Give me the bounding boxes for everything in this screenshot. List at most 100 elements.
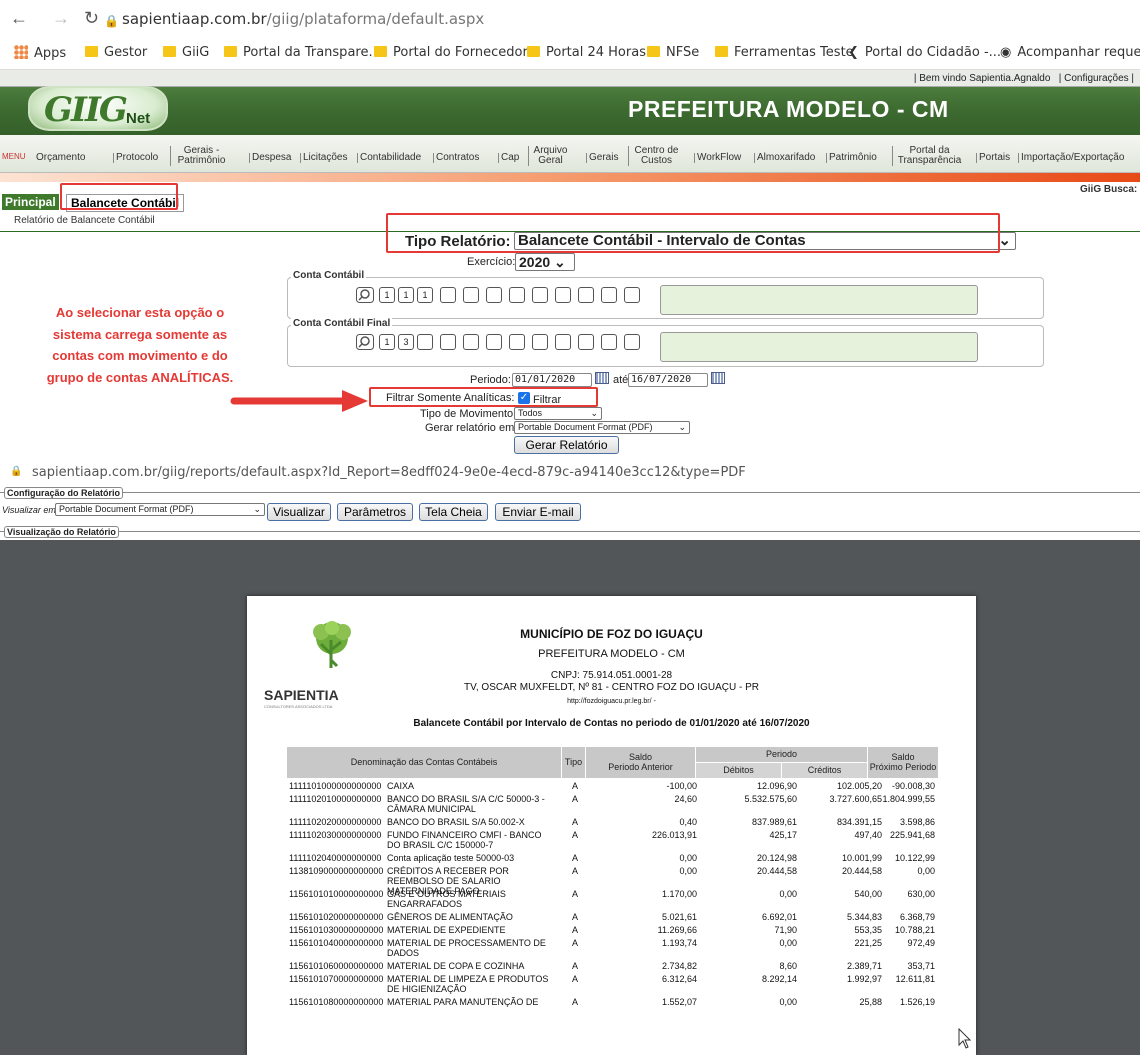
- config-link[interactable]: | Configurações |: [1059, 73, 1134, 84]
- conta-segment-input[interactable]: [601, 334, 617, 350]
- conta-segment-input[interactable]: 1: [379, 334, 395, 350]
- bookmark-portal-transparencia[interactable]: Portal da Transpare...: [224, 45, 381, 60]
- saldo-anterior: 0,00: [679, 866, 697, 876]
- conta-segment-input[interactable]: [509, 287, 525, 303]
- periodo-inicio-input[interactable]: 01/01/2020: [512, 373, 592, 387]
- menu-gerais[interactable]: Gerais: [586, 153, 618, 163]
- conta-segment-input[interactable]: 3: [398, 334, 414, 350]
- menu-licitacoes[interactable]: Licitações: [300, 153, 347, 163]
- chevron-down-icon: ⌄: [678, 422, 686, 432]
- tela-cheia-button[interactable]: Tela Cheia: [419, 503, 488, 521]
- menu-cap[interactable]: Cap: [498, 153, 519, 163]
- bookmark-apps[interactable]: Apps: [14, 45, 66, 61]
- menu-importacao-exportacao[interactable]: Importação/Exportação: [1018, 153, 1124, 163]
- tab-principal[interactable]: Principal: [2, 194, 59, 210]
- bookmark-portal-24h[interactable]: Portal 24 Horas: [527, 45, 646, 60]
- saldo-proximo: 3.598,86: [899, 817, 935, 827]
- conta-segment-input[interactable]: 1: [379, 287, 395, 303]
- bookmark-gestor[interactable]: Gestor: [85, 45, 147, 60]
- calendar-icon[interactable]: [595, 372, 609, 384]
- conta-segment-input[interactable]: [486, 334, 502, 350]
- tipo-movimento-select[interactable]: Todos ⌄: [514, 407, 602, 420]
- menu-portais[interactable]: Portais: [976, 153, 1010, 163]
- report-url[interactable]: sapientiaap.com.br/giig/reports/default.…: [32, 465, 746, 480]
- lock-icon: 🔒: [10, 466, 23, 477]
- conta-segment-input[interactable]: [578, 334, 594, 350]
- conta-segment-input[interactable]: [532, 287, 548, 303]
- giig-busca[interactable]: GiiG Busca:: [1080, 184, 1137, 195]
- bookmark-ferramentas[interactable]: Ferramentas Teste: [715, 45, 854, 60]
- conta-segment-input[interactable]: [532, 334, 548, 350]
- conta-segment-input[interactable]: [624, 334, 640, 350]
- visualizar-em-select[interactable]: Portable Document Format (PDF) ⌄: [55, 503, 265, 516]
- visualizar-button[interactable]: Visualizar: [267, 503, 331, 521]
- menu-contabilidade[interactable]: Contabilidade: [357, 153, 421, 163]
- conta-segment-input[interactable]: 1: [398, 287, 414, 303]
- enviar-email-button[interactable]: Enviar E-mail: [495, 503, 581, 521]
- cnpj: CNPJ: 75.914.051.0001-28: [550, 670, 673, 681]
- table-row: 1156101070000000000 MATERIAL DE LIMPEZA E…: [287, 974, 938, 997]
- conta-segment-input[interactable]: [486, 287, 502, 303]
- conta-segment-input[interactable]: [509, 334, 525, 350]
- bookmark-giig[interactable]: GiiG: [163, 45, 209, 60]
- conta-segment-input[interactable]: [440, 287, 456, 303]
- forward-icon[interactable]: →: [52, 9, 70, 27]
- bookmark-portal-fornecedor[interactable]: Portal do Fornecedor: [374, 45, 528, 60]
- conta-final-legend: Conta Contábil Final: [291, 318, 393, 329]
- saldo-anterior: 0,00: [679, 853, 697, 863]
- menu-arquivo-geral[interactable]: Arquivo Geral: [528, 146, 570, 166]
- col-debitos: Débitos: [696, 763, 781, 778]
- menu-orcamento[interactable]: Orçamento: [34, 153, 85, 163]
- chevron-down-icon: ⌄: [253, 504, 261, 514]
- menu-gerais-patrimonio[interactable]: Gerais - Patrimônio: [170, 146, 230, 166]
- exercicio-select[interactable]: 2020 ⌄: [515, 253, 575, 271]
- saldo-proximo: 225.941,68: [889, 830, 935, 840]
- bookmark-acompanhar[interactable]: ◉Acompanhar reque...: [1000, 45, 1140, 60]
- conta-segment-input[interactable]: [578, 287, 594, 303]
- magnifier-icon[interactable]: [356, 334, 374, 350]
- menu-despesa[interactable]: Despesa: [249, 153, 291, 163]
- conta-segment-input[interactable]: [624, 287, 640, 303]
- table-row: 1111102020000000000 BANCO DO BRASIL S/A 5…: [287, 817, 938, 830]
- table-row: 1111102010000000000 BANCO DO BRASIL S/A C…: [287, 794, 938, 817]
- conta-segment-input[interactable]: [555, 287, 571, 303]
- conta-codigo: 1156101010000000000: [289, 889, 384, 899]
- bookmark-nfse[interactable]: NFSe: [647, 45, 699, 60]
- conta-segment-input[interactable]: [463, 287, 479, 303]
- gerar-relatorio-button[interactable]: Gerar Relatório: [514, 436, 619, 454]
- table-row: 1111102030000000000 FUNDO FINANCEIRO CMFI…: [287, 830, 938, 853]
- bookmark-portal-cidadao[interactable]: ❮ Portal do Cidadão -...: [848, 45, 1001, 60]
- conta-segment-input[interactable]: 1: [417, 287, 433, 303]
- conta-segment-input[interactable]: [555, 334, 571, 350]
- conta-segment-input[interactable]: [601, 287, 617, 303]
- address-bar[interactable]: sapientiaap.com.br/giig/plataforma/defau…: [122, 10, 484, 28]
- parametros-button[interactable]: Parâmetros: [337, 503, 413, 521]
- menu-contratos[interactable]: Contratos: [433, 153, 479, 163]
- magnifier-icon[interactable]: [356, 287, 374, 303]
- saldo-proximo: 10.122,99: [894, 853, 935, 863]
- periodo-fim-input[interactable]: 16/07/2020: [628, 373, 708, 387]
- conta-nome: MATERIAL DE EXPEDIENTE: [387, 925, 506, 935]
- conta-descricao-field[interactable]: [660, 285, 978, 315]
- calendar-icon[interactable]: [711, 372, 725, 384]
- conta-segment-input[interactable]: [417, 334, 433, 350]
- conta-nome: MATERIAL PARA MANUTENÇÃO DE: [387, 997, 539, 1007]
- table-row: 1156101010000000000 GÁS E OUTROS MATERIAI…: [287, 889, 938, 912]
- menu-centro-custos[interactable]: Centro de Custos: [628, 146, 682, 166]
- reload-icon[interactable]: ↻: [84, 9, 99, 27]
- menu-almoxarifado[interactable]: Almoxarifado: [754, 153, 815, 163]
- menu-portal-transparencia[interactable]: Portal da Transparência: [892, 146, 964, 166]
- conta-segment-input[interactable]: [463, 334, 479, 350]
- conta-segment-input[interactable]: [440, 334, 456, 350]
- conta-final-descricao-field[interactable]: [660, 332, 978, 362]
- menu-protocolo[interactable]: Protocolo: [113, 153, 158, 163]
- menu-workflow[interactable]: WorkFlow: [694, 153, 741, 163]
- menu-patrimonio[interactable]: Patrimônio: [826, 153, 877, 163]
- gerar-em-select[interactable]: Portable Document Format (PDF) ⌄: [514, 421, 690, 434]
- saldo-proximo: -90.008,30: [891, 781, 935, 791]
- annotation-text: Ao selecionar esta opção o sistema carre…: [46, 305, 234, 385]
- back-icon[interactable]: ←: [10, 9, 28, 27]
- table-row: 1156101060000000000 MATERIAL DE COPA E CO…: [287, 961, 938, 974]
- prefeitura-title: PREFEITURA MODELO - CM: [538, 648, 685, 660]
- apps-grid-icon: [14, 45, 28, 59]
